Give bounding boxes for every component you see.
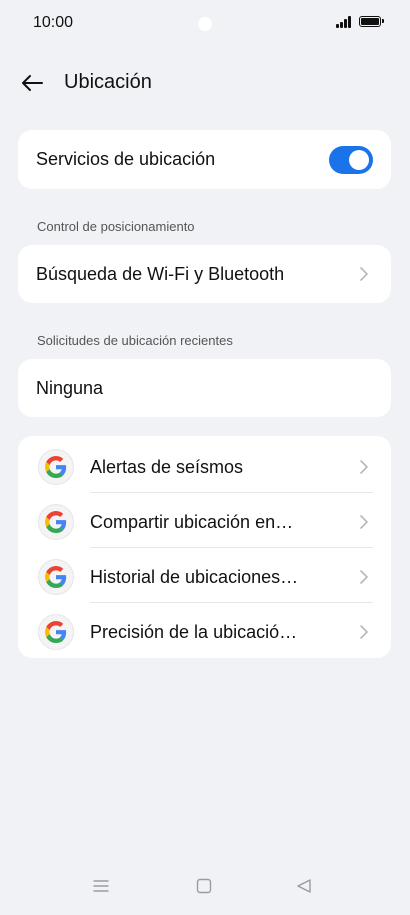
phone-screen: 10:00 Ubicación Servicios de ubicación C… [0, 0, 410, 915]
wifi-bluetooth-scan-label: Búsqueda de Wi-Fi y Bluetooth [36, 264, 285, 284]
chevron-right-icon [360, 570, 368, 584]
list-item-label: Alertas de seísmos [90, 457, 244, 477]
divider [90, 547, 373, 548]
arrow-left-icon [22, 75, 43, 91]
google-g-icon [38, 504, 74, 540]
list-item-location-history[interactable]: Historial de ubicaciones… [18, 549, 391, 604]
list-item-location-sharing[interactable]: Compartir ubicación en… [18, 494, 391, 549]
status-bar: 10:00 [0, 0, 410, 46]
list-item-location-accuracy[interactable]: Precisión de la ubicació… [18, 604, 391, 659]
location-services-toggle[interactable] [329, 146, 373, 174]
positioning-section-header: Control de posicionamiento [37, 219, 195, 234]
status-time: 10:00 [33, 14, 74, 31]
back-triangle-icon[interactable] [296, 878, 312, 894]
google-g-icon [38, 614, 74, 650]
battery-icon [359, 16, 384, 27]
recent-requests-card: Ninguna [18, 359, 391, 417]
camera-cutout [198, 17, 212, 31]
divider [90, 492, 373, 493]
divider [90, 602, 373, 603]
chevron-right-icon [360, 460, 368, 474]
chevron-right-icon [360, 625, 368, 639]
menu-icon[interactable] [93, 878, 109, 894]
recent-requests-section-header: Solicitudes de ubicación recientes [37, 333, 233, 348]
location-services-list: Alertas de seísmos Compartir ubicación e… [18, 436, 391, 658]
google-g-icon [38, 449, 74, 485]
recent-requests-value: Ninguna [36, 378, 104, 398]
chevron-right-icon [360, 515, 368, 529]
wifi-bluetooth-scan-item[interactable]: Búsqueda de Wi-Fi y Bluetooth [18, 245, 391, 303]
list-item-label: Compartir ubicación en… [90, 512, 294, 532]
home-icon[interactable] [196, 878, 212, 894]
location-services-label: Servicios de ubicación [36, 149, 216, 169]
list-item-label: Historial de ubicaciones… [90, 567, 299, 587]
back-button[interactable] [18, 68, 48, 98]
signal-icon [336, 16, 354, 28]
list-item-earthquake-alerts[interactable]: Alertas de seísmos [18, 439, 391, 494]
chevron-right-icon [360, 267, 368, 281]
list-item-label: Precisión de la ubicació… [90, 622, 298, 642]
page-title: Ubicación [64, 71, 152, 93]
toggle-knob [349, 150, 369, 170]
location-services-card[interactable]: Servicios de ubicación [18, 130, 391, 189]
google-g-icon [38, 559, 74, 595]
